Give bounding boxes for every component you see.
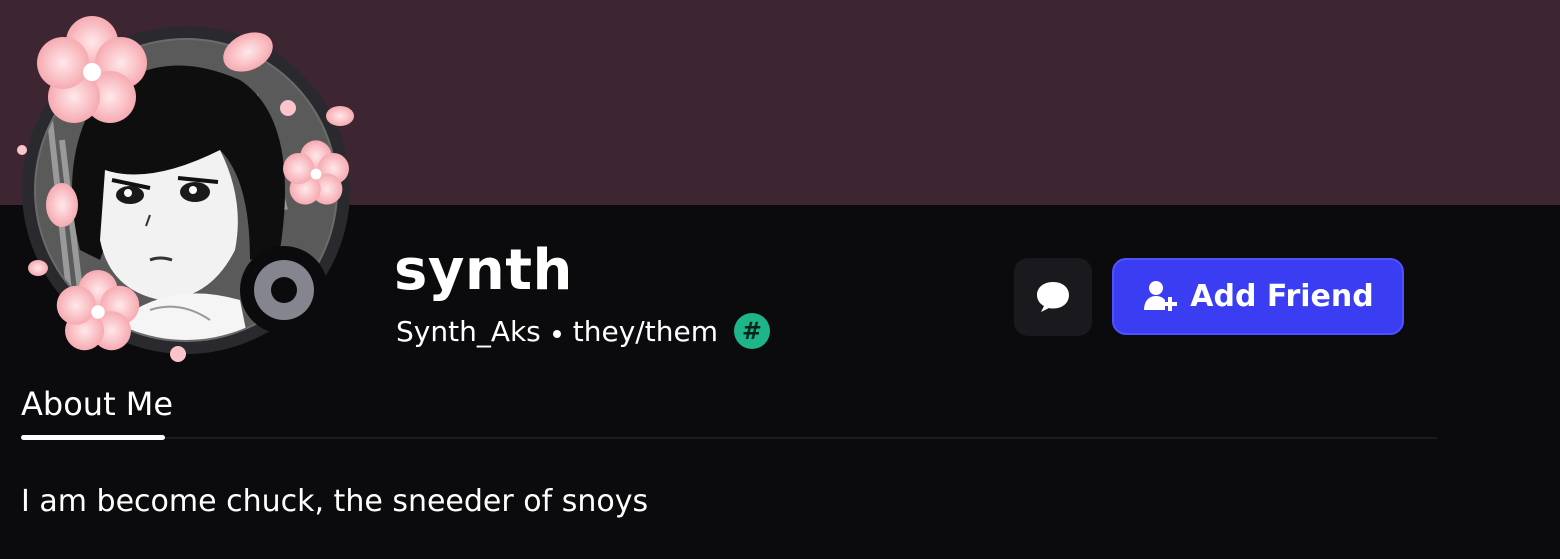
avatar-image bbox=[17, 16, 354, 362]
chat-bubble-icon bbox=[1037, 282, 1069, 312]
separator-dot bbox=[552, 330, 561, 338]
tab-active-indicator bbox=[21, 435, 165, 440]
message-button[interactable] bbox=[1014, 258, 1092, 336]
pronouns: they/them bbox=[572, 314, 718, 348]
user-meta: Synth_Aks they/them # bbox=[396, 309, 770, 353]
add-user-icon bbox=[1144, 280, 1178, 311]
add-friend-label: Add Friend bbox=[1190, 279, 1374, 314]
tab-divider bbox=[21, 437, 1437, 439]
tab-about-me[interactable]: About Me bbox=[21, 384, 173, 424]
username[interactable]: Synth_Aks bbox=[396, 315, 541, 348]
about-me-text: I am become chuck, the sneeder of snoys bbox=[21, 484, 649, 519]
hashtag-badge-icon[interactable]: # bbox=[733, 313, 770, 349]
add-friend-button[interactable]: Add Friend bbox=[1112, 258, 1404, 335]
avatar[interactable] bbox=[0, 0, 380, 380]
display-name: synth bbox=[394, 238, 573, 303]
